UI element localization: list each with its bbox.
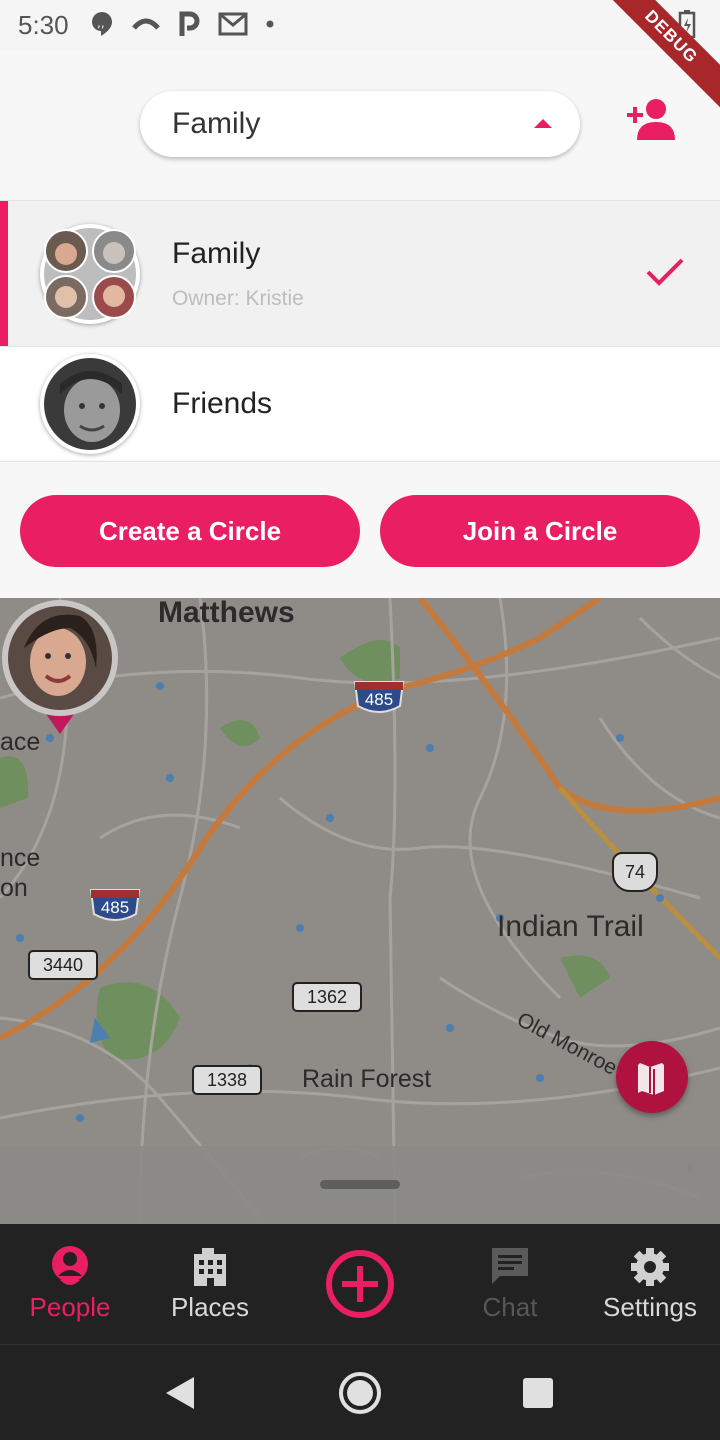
people-pin-icon [52,1246,88,1285]
caret-up-icon [534,119,552,128]
gear-icon [631,1248,669,1286]
interstate-shield-485-left: 485 [88,886,142,926]
map-label-rain-forest: Rain Forest [302,1065,432,1093]
nav-chat-label: Chat [482,1292,538,1322]
map-label-matthews: Matthews [158,598,295,629]
family-avatar-group [40,224,140,324]
circle-actions: Create a Circle Join a Circle [0,461,720,598]
chat-icon [492,1248,528,1284]
add-person-icon[interactable] [624,96,676,142]
home-icon[interactable] [338,1371,382,1415]
join-circle-button[interactable]: Join a Circle [380,495,700,567]
circle-header: Family [0,50,720,200]
road-sign-3440: 3440 [28,950,98,980]
map-type-button[interactable] [616,1041,688,1113]
road-sign-1362: 1362 [292,982,362,1012]
circle-selector-dropdown[interactable]: Family [140,91,580,157]
member-location-pin[interactable] [0,598,120,738]
notification-icons: ,, [90,10,274,38]
circle-owner: Owner: Kristie [172,287,304,310]
nav-chat[interactable]: Chat [440,1224,580,1344]
nav-people-label: People [29,1292,111,1322]
recents-icon[interactable] [516,1371,560,1415]
circle-name: Family [172,237,261,270]
app-screen: 5:30 ,, DEBUG Family Family Owner: Krist… [0,0,720,1440]
add-circle-icon[interactable] [324,1248,396,1320]
hangouts-icon: ,, [92,12,112,36]
circle-name: Friends [172,387,273,420]
interstate-shield-485-top: 485 [352,678,406,718]
map-label-nce: nce [0,844,41,872]
map-label-indian-trail: Indian Trail [497,910,644,943]
building-icon [194,1248,226,1286]
road-sign-1338: 1338 [192,1065,262,1095]
selected-indicator [0,201,8,347]
nav-places-label: Places [170,1292,250,1322]
arc-icon [132,18,160,30]
nav-people[interactable]: People [0,1224,140,1344]
nav-settings[interactable]: Settings [580,1224,720,1344]
create-circle-button[interactable]: Create a Circle [20,495,360,567]
bottom-navigation: People Places Chat Settings [0,1224,720,1344]
sheet-drag-handle[interactable] [320,1180,400,1189]
svg-text:,,: ,, [97,16,105,30]
map-icon [638,1063,664,1095]
parking-p-icon [179,11,200,36]
back-icon[interactable] [158,1371,202,1415]
us-route-shield-74: 74 [612,852,658,892]
check-icon [646,258,684,286]
nav-settings-label: Settings [603,1292,697,1322]
more-dot-icon [266,20,274,28]
status-time: 5:30 [18,10,69,40]
map-view[interactable]: Matthews Indian Trail Rain Forest Old Mo… [0,598,720,1224]
circle-row-family[interactable]: Family Owner: Kristie [0,200,720,347]
nav-places[interactable]: Places [140,1224,280,1344]
status-bar: 5:30 ,, [0,0,720,50]
circle-list: Family Owner: Kristie Friends [0,200,720,460]
friends-avatar [40,354,140,454]
system-navigation-bar [0,1344,720,1440]
selected-circle-label: Family [172,107,261,140]
map-label-on: on [0,874,28,902]
gmail-icon [218,12,248,36]
circle-row-friends[interactable]: Friends [0,346,720,460]
